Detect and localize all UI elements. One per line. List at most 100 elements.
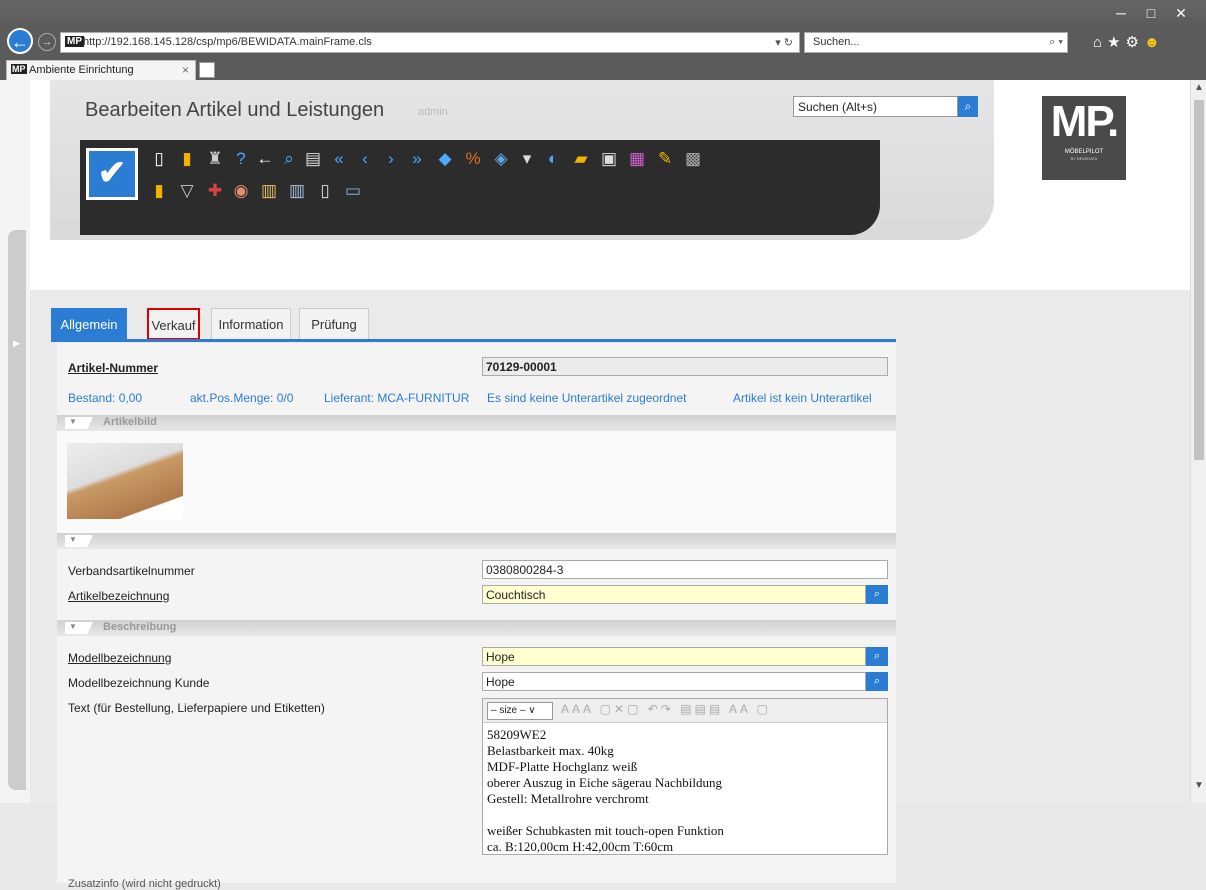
close-window-button[interactable]: ✕: [1166, 5, 1196, 22]
tab-information[interactable]: Information: [211, 308, 291, 340]
text-label: Text (für Bestellung, Lieferpapiere und …: [68, 701, 325, 715]
font-size-value: – size –: [491, 705, 526, 716]
back-arrow-icon[interactable]: ←: [254, 148, 276, 170]
scrollbar-thumb[interactable]: [1194, 100, 1204, 460]
text-line: ca. B:120,00cm H:42,00cm T:60cm: [487, 839, 674, 854]
bezeichnung-field[interactable]: Couchtisch: [482, 585, 866, 604]
collapse-toggle[interactable]: ▼: [65, 622, 93, 634]
refresh-icon[interactable]: ▾ ↻: [775, 36, 793, 49]
confirm-save-button[interactable]: ✔: [86, 148, 138, 200]
kein-unterartikel-link[interactable]: Artikel ist kein Unterartikel: [733, 391, 872, 405]
text-line: oberer Auszug in Eiche sägerau Nachbildu…: [487, 775, 723, 790]
artikel-nummer-field[interactable]: 70129-00001: [482, 357, 888, 376]
tab-verkauf[interactable]: Verkauf: [147, 308, 200, 340]
search-icon[interactable]: ⌕ ▾: [1049, 36, 1063, 49]
address-url[interactable]: http://192.168.145.128/csp/mp6/BEWIDATA.…: [83, 36, 372, 48]
article-form: Artikel-Nummer 70129-00001 Bestand: 0,00…: [57, 343, 896, 890]
side-panel-toggle[interactable]: [8, 230, 26, 790]
bezeichnung-label[interactable]: Artikelbezeichnung: [68, 589, 169, 603]
filter-icon[interactable]: ▽: [176, 180, 198, 202]
search-icon[interactable]: ⌕: [278, 148, 300, 170]
artikel-nummer-label[interactable]: Artikel-Nummer: [68, 361, 158, 375]
app-header: Bearbeiten Artikel und Leistungen admin …: [30, 80, 1190, 290]
browser-search-input[interactable]: Suchen... ⌕ ▾: [804, 32, 1068, 53]
vertical-scrollbar[interactable]: ▲ ▼: [1190, 80, 1206, 803]
package-icon[interactable]: ◈: [490, 148, 512, 170]
article-image[interactable]: [67, 443, 183, 519]
modell-label[interactable]: Modellbezeichnung: [68, 651, 171, 665]
browser-tab[interactable]: MP Ambiente Einrichtung ×: [6, 60, 196, 80]
money-icon[interactable]: ▰: [570, 148, 592, 170]
scroll-down-icon[interactable]: ▼: [1194, 780, 1204, 791]
pin-icon[interactable]: ▾: [516, 148, 538, 170]
shelf-icon[interactable]: ▥: [258, 180, 280, 202]
help-icon[interactable]: ?: [230, 148, 252, 170]
verbands-field[interactable]: 0380800284-3: [482, 560, 888, 579]
window-controls: ─ □ ✕: [1106, 5, 1196, 22]
logo-subtext: BY BEWIDATA: [1070, 156, 1098, 161]
previous-record-icon[interactable]: ‹: [354, 148, 376, 170]
maximize-button[interactable]: □: [1136, 5, 1166, 21]
collapse-toggle[interactable]: ▼: [65, 417, 93, 429]
format-icons[interactable]: AAA ▢✕▢ ↶↷ ▤▤▤ AA ▢: [561, 702, 771, 716]
search-icon[interactable]: ⌕: [866, 647, 888, 666]
edit-icon[interactable]: ✎: [654, 148, 676, 170]
search-icon[interactable]: ⌕: [958, 96, 978, 117]
search-icon[interactable]: ⌕: [866, 672, 888, 691]
tab-underline: [51, 339, 896, 342]
text-editor[interactable]: – size – ∨ AAA ▢✕▢ ↶↷ ▤▤▤ AA ▢ 58209WE2 …: [482, 698, 888, 855]
clipboard-icon[interactable]: ▣: [598, 148, 620, 170]
tab-allgemein[interactable]: Allgemein: [51, 308, 127, 340]
scroll-up-icon[interactable]: ▲: [1194, 82, 1204, 93]
color-wheel-icon[interactable]: ◉: [230, 180, 252, 202]
verbands-label: Verbandsartikelnummer: [68, 564, 195, 578]
stock-icon[interactable]: ◆: [434, 148, 456, 170]
section-beschreibung: ▼ Beschreibung: [57, 620, 896, 636]
print-icon[interactable]: ▤: [302, 148, 324, 170]
tab-favicon: MP: [11, 64, 27, 74]
font-size-select[interactable]: – size – ∨: [487, 702, 553, 720]
language-flag-icon[interactable]: ✚: [204, 180, 226, 202]
tab-close-icon[interactable]: ×: [182, 63, 189, 77]
percent-icon[interactable]: %: [462, 148, 484, 170]
tab-pruefung[interactable]: Prüfung: [299, 308, 369, 340]
image-area: [57, 431, 896, 533]
modell-field[interactable]: Hope: [482, 647, 866, 666]
document-icon[interactable]: ▯: [314, 180, 336, 202]
modell-kunde-field[interactable]: Hope: [482, 672, 866, 691]
compare-icon[interactable]: ▭: [342, 180, 364, 202]
last-record-icon[interactable]: »: [406, 148, 428, 170]
shelf-alt-icon[interactable]: ▥: [286, 180, 308, 202]
calendar-icon[interactable]: ▦: [626, 148, 648, 170]
editor-content[interactable]: 58209WE2 Belastbarkeit max. 40kg MDF-Pla…: [487, 727, 724, 855]
page-content: ▶ Bearbeiten Artikel und Leistungen admi…: [0, 80, 1206, 890]
collapse-toggle[interactable]: ▼: [65, 535, 93, 547]
catalog-icon[interactable]: ▮: [148, 180, 170, 202]
tab-title: Ambiente Einrichtung: [29, 64, 134, 76]
gear-icon[interactable]: ⚙: [1126, 34, 1144, 51]
chart-icon[interactable]: ◐: [542, 148, 564, 170]
new-document-icon[interactable]: ▯: [148, 148, 170, 170]
address-bar[interactable]: MP http://192.168.145.128/csp/mp6/BEWIDA…: [60, 32, 800, 53]
new-tab-button[interactable]: [199, 62, 215, 78]
star-icon[interactable]: ★: [1107, 34, 1125, 51]
back-button[interactable]: ←: [7, 28, 33, 54]
forward-button[interactable]: →: [38, 33, 56, 51]
search-icon[interactable]: ⌕: [866, 585, 888, 604]
minimize-button[interactable]: ─: [1106, 5, 1136, 21]
text-line: weißer Schubkasten mit touch-open Funkti…: [487, 823, 724, 838]
home-icon[interactable]: ⌂: [1093, 34, 1107, 51]
app-search-input[interactable]: Suchen (Alt+s): [793, 96, 958, 117]
smiley-icon[interactable]: ☻: [1144, 34, 1165, 51]
next-record-icon[interactable]: ›: [380, 148, 402, 170]
delete-icon[interactable]: ♜: [204, 148, 226, 170]
unterartikel-link[interactable]: Es sind keine Unterartikel zugeordnet: [487, 391, 686, 405]
calendar-30-icon[interactable]: ▩: [682, 148, 704, 170]
first-record-icon[interactable]: «: [328, 148, 350, 170]
bestand-link[interactable]: Bestand: 0,00: [68, 391, 142, 405]
copy-icon[interactable]: ▮: [176, 148, 198, 170]
pos-menge-link[interactable]: akt.Pos.Menge: 0/0: [190, 391, 293, 405]
lieferant-link[interactable]: Lieferant: MCA-FURNITUR: [324, 391, 469, 405]
editor-toolbar: – size – ∨ AAA ▢✕▢ ↶↷ ▤▤▤ AA ▢: [483, 699, 887, 723]
browser-toolbar-icons: ⌂★⚙☻: [1093, 33, 1165, 51]
